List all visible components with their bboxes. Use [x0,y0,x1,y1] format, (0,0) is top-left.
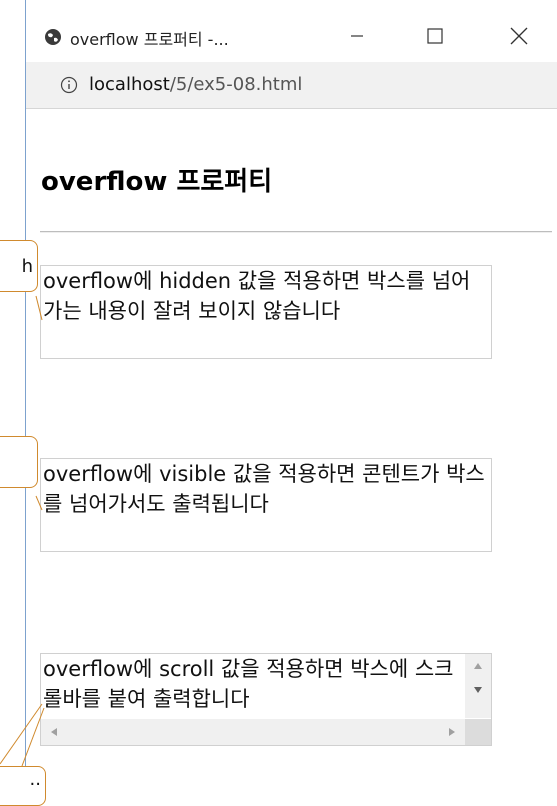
scroll-right-arrow-icon[interactable] [439,719,465,745]
horizontal-rule [40,231,552,233]
address-bar[interactable]: localhost/5/ex5-08.html [26,62,557,109]
overflow-visible-text: overflow에 visible 값을 적용하면 콘텐트가 박스를 넘어가서도… [43,462,485,516]
scroll-up-arrow-icon[interactable] [465,654,491,678]
close-icon [510,27,528,45]
overflow-visible-box: overflow에 visible 값을 적용하면 콘텐트가 박스를 넘어가서도… [40,458,492,552]
overflow-scroll-text: overflow에 scroll 값을 적용하면 박스에 스크롤바를 붙여 출력… [43,657,454,711]
page-content: overflow 프로퍼티 overflow에 hidden 값을 적용하면 박… [26,109,557,793]
browser-window: overflow 프로퍼티 -... localhost/5/ex5-08.ht… [25,0,557,793]
scroll-left-arrow-icon[interactable] [41,719,67,745]
overflow-scroll-box[interactable]: overflow에 scroll 값을 적용하면 박스에 스크롤바를 붙여 출력… [40,653,492,746]
close-button[interactable] [496,18,542,54]
url-host: localhost [89,74,170,95]
vertical-scrollbar[interactable] [465,654,491,718]
overflow-hidden-box: overflow에 hidden 값을 적용하면 박스를 넘어가는 내용이 잘려… [40,265,492,359]
globe-icon [45,29,61,45]
background-outside-window [0,0,25,793]
page-title: overflow 프로퍼티 [41,167,273,197]
callout-bottom-text: .. [29,769,41,790]
minimize-icon [351,35,363,37]
url-field[interactable]: localhost/5/ex5-08.html [89,74,302,95]
overflow-hidden-text: overflow에 hidden 값을 적용하면 박스를 넘어가는 내용이 잘려… [43,269,471,323]
callout-top-text: h [21,256,33,277]
callout-bottom: .. [0,766,46,806]
scroll-down-arrow-icon[interactable] [465,678,491,702]
maximize-icon [427,28,443,44]
tab-title: overflow 프로퍼티 -... [70,30,229,49]
callout-top: h [0,240,38,292]
scrollbar-corner [465,719,491,745]
maximize-button[interactable] [412,18,458,54]
horizontal-scrollbar[interactable] [41,719,465,745]
url-path: /5/ex5-08.html [169,74,303,95]
minimize-button[interactable] [334,18,380,54]
callout-middle [0,436,38,488]
info-icon[interactable] [60,76,78,94]
title-bar[interactable]: overflow 프로퍼티 -... [26,0,557,62]
